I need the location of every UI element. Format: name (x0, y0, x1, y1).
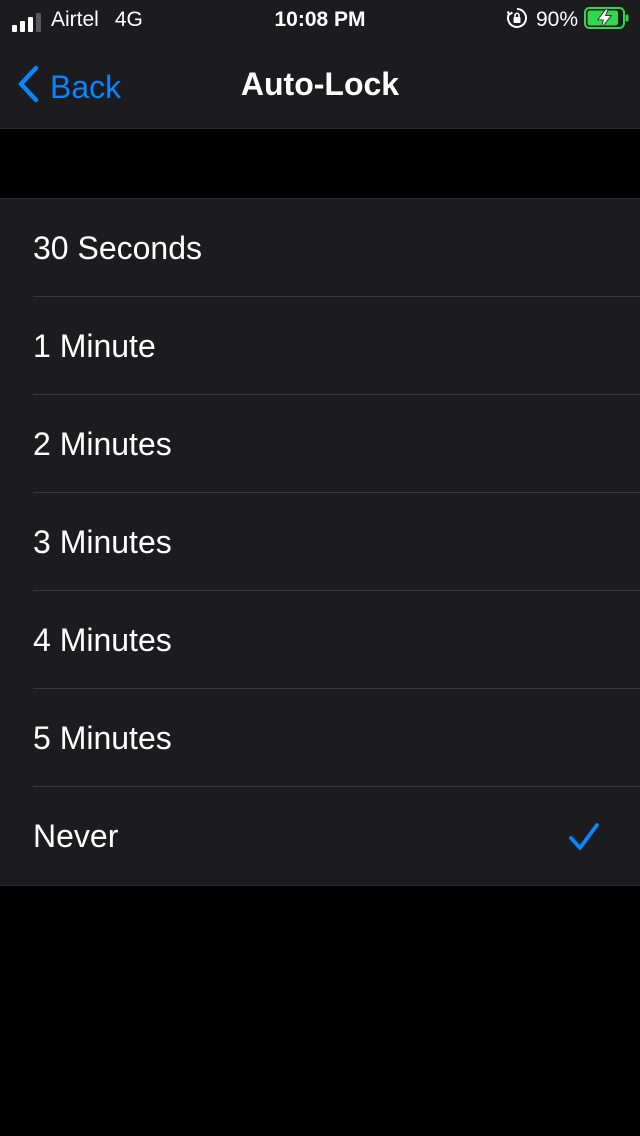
battery-charging-icon (584, 6, 630, 35)
option-5-minutes[interactable]: 5 Minutes (0, 689, 640, 787)
page-title: Auto-Lock (240, 66, 400, 102)
option-3-minutes[interactable]: 3 Minutes (0, 493, 640, 591)
option-never[interactable]: Never (0, 787, 640, 885)
auto-lock-options-list: 30 Seconds 1 Minute 2 Minutes 3 Minutes … (0, 198, 640, 886)
option-label: 4 Minutes (33, 622, 172, 658)
option-1-minute[interactable]: 1 Minute (0, 297, 640, 395)
option-label: 1 Minute (33, 328, 156, 364)
option-label: Never (33, 818, 119, 854)
status-right: 90% (506, 6, 630, 35)
option-4-minutes[interactable]: 4 Minutes (0, 591, 640, 689)
option-30-seconds[interactable]: 30 Seconds (0, 199, 640, 297)
option-2-minutes[interactable]: 2 Minutes (0, 395, 640, 493)
status-bar: Airtel 4G 10:08 PM 90% (0, 0, 640, 40)
navigation-bar: Back Auto-Lock (0, 40, 640, 129)
orientation-lock-icon (506, 7, 528, 34)
checkmark-icon (568, 821, 600, 858)
option-label: 3 Minutes (33, 524, 172, 560)
option-label: 2 Minutes (33, 426, 172, 462)
option-label: 5 Minutes (33, 720, 172, 756)
battery-percent: 90% (535, 8, 578, 31)
option-label: 30 Seconds (33, 230, 203, 266)
